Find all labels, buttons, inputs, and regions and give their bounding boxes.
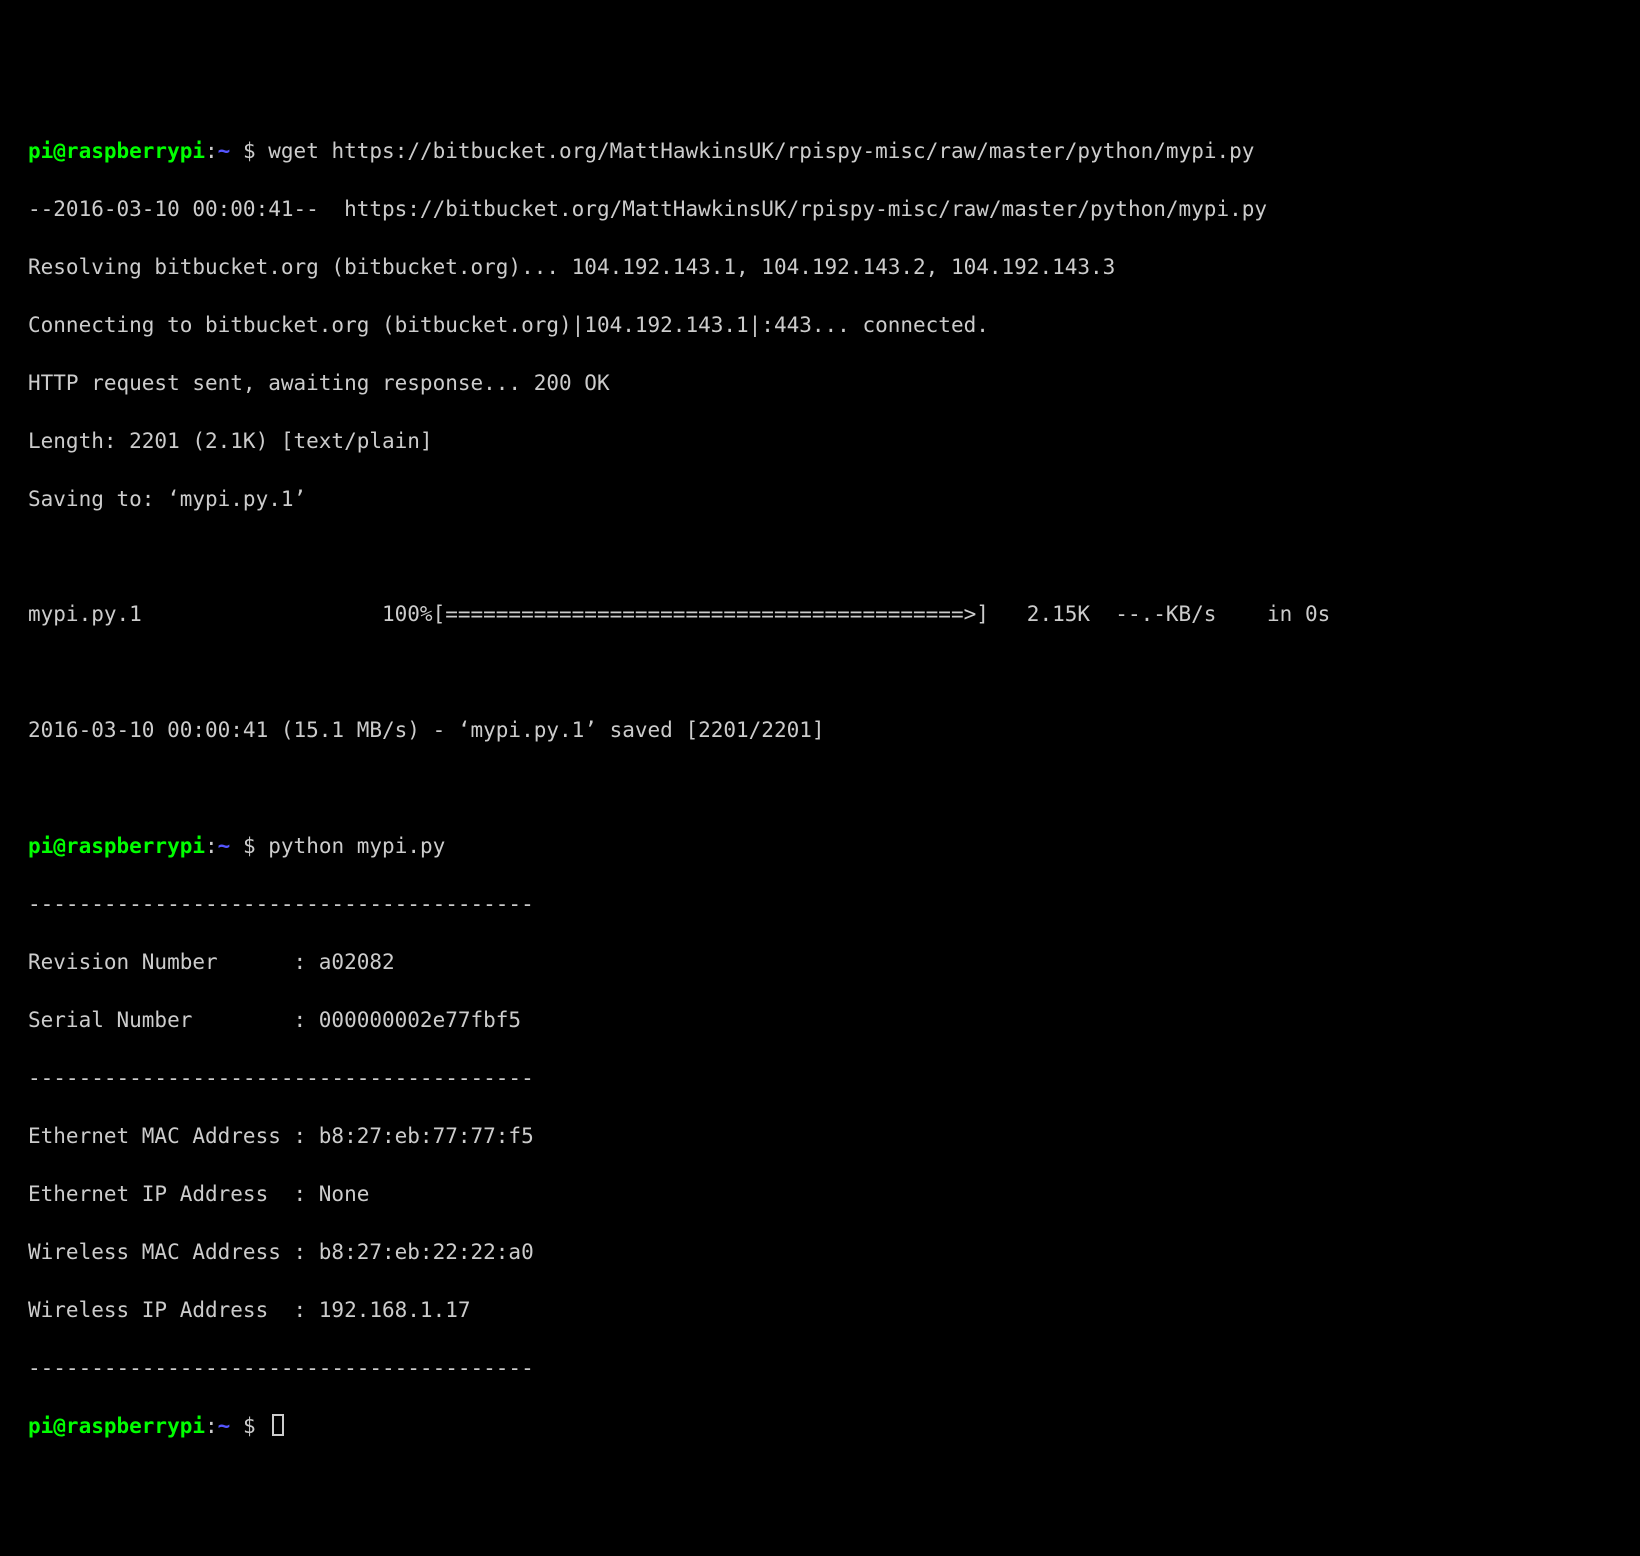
wget-output: Resolving bitbucket.org (bitbucket.org).… bbox=[28, 253, 1612, 282]
mypi-wifi-mac: Wireless MAC Address : b8:27:eb:22:22:a0 bbox=[28, 1238, 1612, 1267]
cwd: ~ bbox=[218, 834, 231, 858]
prompt-line-1[interactable]: pi@raspberrypi:~ $ wget https://bitbucke… bbox=[28, 137, 1612, 166]
wget-output: HTTP request sent, awaiting response... … bbox=[28, 369, 1612, 398]
prompt-sep: : bbox=[205, 834, 218, 858]
wget-output: Connecting to bitbucket.org (bitbucket.o… bbox=[28, 311, 1612, 340]
mypi-separator: ---------------------------------------- bbox=[28, 1354, 1612, 1383]
wget-output: Length: 2201 (2.1K) [text/plain] bbox=[28, 427, 1612, 456]
prompt-sep: : bbox=[205, 1414, 218, 1438]
mypi-eth-ip: Ethernet IP Address : None bbox=[28, 1180, 1612, 1209]
wget-done: 2016-03-10 00:00:41 (15.1 MB/s) - ‘mypi.… bbox=[28, 716, 1612, 745]
wget-progress: mypi.py.1 100%[=========================… bbox=[28, 600, 1612, 629]
user-host: pi@raspberrypi bbox=[28, 1414, 205, 1438]
user-host: pi@raspberrypi bbox=[28, 834, 205, 858]
wget-output: --2016-03-10 00:00:41-- https://bitbucke… bbox=[28, 195, 1612, 224]
command-2: python mypi.py bbox=[268, 834, 445, 858]
prompt-sep: : bbox=[205, 139, 218, 163]
mypi-separator: ---------------------------------------- bbox=[28, 890, 1612, 919]
command-1: wget https://bitbucket.org/MattHawkinsUK… bbox=[268, 139, 1254, 163]
prompt-dollar: $ bbox=[230, 834, 268, 858]
cwd: ~ bbox=[218, 139, 231, 163]
cursor-icon bbox=[272, 1414, 284, 1436]
prompt-line-2[interactable]: pi@raspberrypi:~ $ python mypi.py bbox=[28, 832, 1612, 861]
mypi-revision: Revision Number : a02082 bbox=[28, 948, 1612, 977]
wget-output: Saving to: ‘mypi.py.1’ bbox=[28, 485, 1612, 514]
mypi-separator: ---------------------------------------- bbox=[28, 1064, 1612, 1093]
prompt-dollar: $ bbox=[230, 139, 268, 163]
prompt-line-3[interactable]: pi@raspberrypi:~ $ bbox=[28, 1412, 1612, 1441]
mypi-wifi-ip: Wireless IP Address : 192.168.1.17 bbox=[28, 1296, 1612, 1325]
user-host: pi@raspberrypi bbox=[28, 139, 205, 163]
mypi-serial: Serial Number : 000000002e77fbf5 bbox=[28, 1006, 1612, 1035]
cwd: ~ bbox=[218, 1414, 231, 1438]
prompt-dollar: $ bbox=[230, 1414, 268, 1438]
mypi-eth-mac: Ethernet MAC Address : b8:27:eb:77:77:f5 bbox=[28, 1122, 1612, 1151]
